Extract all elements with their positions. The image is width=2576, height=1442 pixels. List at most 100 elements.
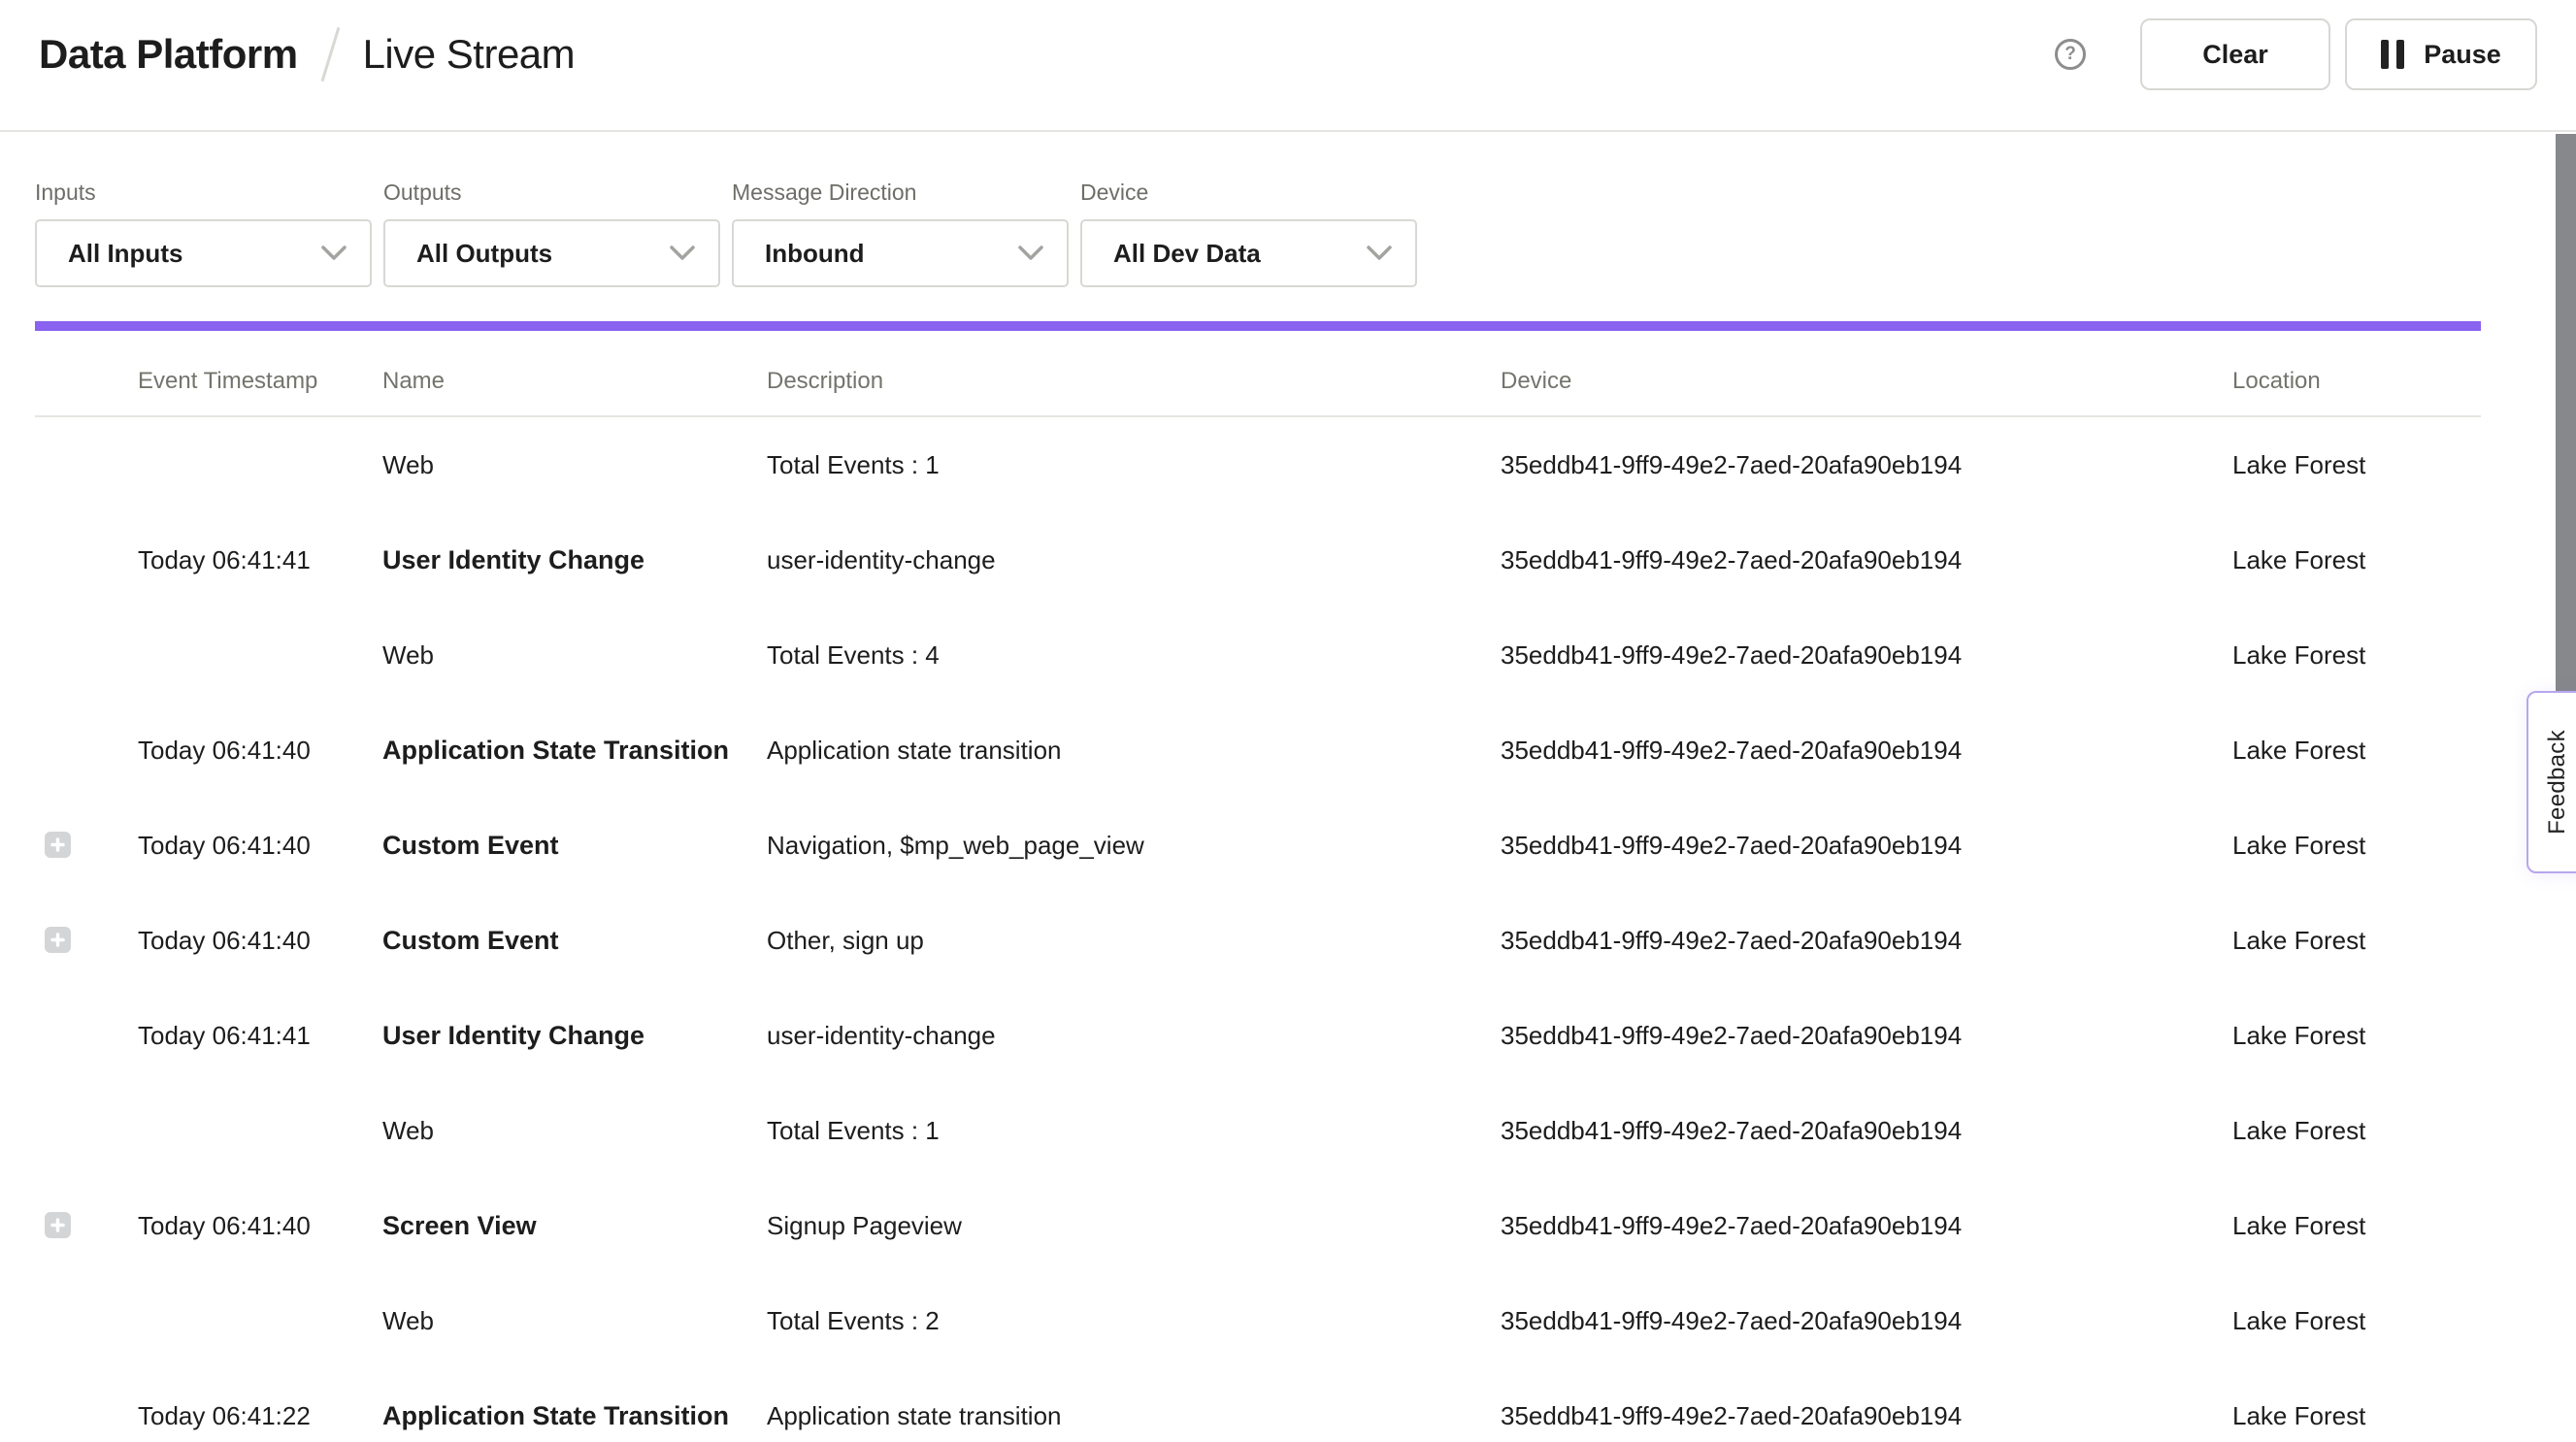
cell-timestamp: Today 06:41:40 bbox=[138, 1178, 311, 1273]
chevron-down-icon bbox=[670, 246, 695, 261]
cell-name: Custom Event bbox=[382, 893, 559, 988]
cell-device: 35eddb41-9ff9-49e2-7aed-20afa90eb194 bbox=[1501, 1273, 1962, 1368]
device-dropdown[interactable]: All Dev Data bbox=[1080, 219, 1417, 287]
cell-description: Signup Pageview bbox=[767, 1178, 962, 1273]
event-row[interactable]: WebTotal Events : 435eddb41-9ff9-49e2-7a… bbox=[0, 607, 2576, 703]
event-row[interactable]: WebTotal Events : 135eddb41-9ff9-49e2-7a… bbox=[0, 417, 2576, 512]
cell-description: Navigation, $mp_web_page_view bbox=[767, 798, 1144, 893]
cell-timestamp: Today 06:41:40 bbox=[138, 893, 311, 988]
cell-device: 35eddb41-9ff9-49e2-7aed-20afa90eb194 bbox=[1501, 703, 1962, 798]
column-device: Device bbox=[1501, 368, 1571, 395]
cell-location: Lake Forest bbox=[2232, 798, 2365, 893]
live-stream-page: Data Platform Live Stream ? Clear Pause … bbox=[0, 0, 2576, 1442]
cell-name: Custom Event bbox=[382, 798, 559, 893]
cell-name: Application State Transition bbox=[382, 703, 729, 798]
chevron-down-icon bbox=[1367, 246, 1392, 261]
chevron-down-icon bbox=[1018, 246, 1043, 261]
cell-name: Web bbox=[382, 607, 434, 703]
cell-description: Total Events : 4 bbox=[767, 607, 940, 703]
cell-location: Lake Forest bbox=[2232, 893, 2365, 988]
column-event-timestamp: Event Timestamp bbox=[138, 368, 317, 395]
cell-device: 35eddb41-9ff9-49e2-7aed-20afa90eb194 bbox=[1501, 893, 1962, 988]
filter-label: Inputs bbox=[35, 179, 372, 206]
event-row[interactable]: Today 06:41:41 User Identity Change user-i… bbox=[0, 512, 2576, 607]
event-row[interactable]: Today 06:41:40 Custom Event Navigation, $m… bbox=[0, 798, 2576, 893]
cell-device: 35eddb41-9ff9-49e2-7aed-20afa90eb194 bbox=[1501, 512, 1962, 607]
pause-label: Pause bbox=[2424, 40, 2501, 70]
topbar-actions: ? Clear Pause bbox=[2055, 18, 2537, 90]
event-row[interactable]: Today 06:41:41 User Identity Change user-i… bbox=[0, 988, 2576, 1083]
cell-name: User Identity Change bbox=[382, 988, 644, 1083]
cell-device: 35eddb41-9ff9-49e2-7aed-20afa90eb194 bbox=[1501, 1083, 1962, 1178]
top-bar: Data Platform Live Stream ? Clear Pause bbox=[0, 0, 2576, 132]
breadcrumb-data-platform[interactable]: Data Platform bbox=[39, 31, 298, 78]
cell-device: 35eddb41-9ff9-49e2-7aed-20afa90eb194 bbox=[1501, 988, 1962, 1083]
cell-device: 35eddb41-9ff9-49e2-7aed-20afa90eb194 bbox=[1501, 1368, 1962, 1442]
dropdown-value: Inbound bbox=[765, 239, 865, 269]
cell-device: 35eddb41-9ff9-49e2-7aed-20afa90eb194 bbox=[1501, 1178, 1962, 1273]
cell-timestamp: Today 06:41:22 bbox=[138, 1368, 311, 1442]
cell-timestamp: Today 06:41:40 bbox=[138, 798, 311, 893]
cell-name: Application State Transition bbox=[382, 1368, 729, 1442]
cell-description: user-identity-change bbox=[767, 512, 996, 607]
cell-timestamp: Today 06:41:41 bbox=[138, 988, 311, 1083]
event-row[interactable]: Today 06:41:40 Application State Transiti… bbox=[0, 703, 2576, 798]
dropdown-value: All Outputs bbox=[416, 239, 552, 269]
breadcrumb-separator bbox=[320, 27, 340, 82]
cell-description: Total Events : 1 bbox=[767, 1083, 940, 1178]
inputs-dropdown[interactable]: All Inputs bbox=[35, 219, 372, 287]
cell-description: Application state transition bbox=[767, 703, 1062, 798]
help-glyph: ? bbox=[2064, 44, 2076, 65]
event-row[interactable]: Web Total Events : 1 35eddb41-9ff9-49e2-7a… bbox=[0, 1083, 2576, 1178]
cell-description: Total Events : 2 bbox=[767, 1273, 940, 1368]
cell-location: Lake Forest bbox=[2232, 988, 2365, 1083]
column-name: Name bbox=[382, 368, 445, 395]
feedback-label: Feedback bbox=[2544, 730, 2571, 835]
cell-name: Web bbox=[382, 1273, 434, 1368]
column-description: Description bbox=[767, 368, 883, 395]
help-icon[interactable]: ? bbox=[2055, 39, 2086, 70]
filter-label: Device bbox=[1080, 179, 1417, 206]
filter-label: Outputs bbox=[383, 179, 720, 206]
filter-outputs: Outputs All Outputs bbox=[383, 132, 720, 287]
cell-location: Lake Forest bbox=[2232, 1083, 2365, 1178]
expand-icon[interactable] bbox=[45, 1212, 71, 1238]
event-row[interactable]: Today 06:41:40 Custom Event Other, sign up… bbox=[0, 893, 2576, 988]
expand-icon[interactable] bbox=[45, 927, 71, 953]
cell-name: User Identity Change bbox=[382, 512, 644, 607]
cell-name: Screen View bbox=[382, 1178, 537, 1273]
message-direction-dropdown[interactable]: Inbound bbox=[732, 219, 1069, 287]
cell-location: Lake Forest bbox=[2232, 1273, 2365, 1368]
event-row[interactable]: Web Total Events : 2 35eddb41-9ff9-49e2-7a… bbox=[0, 1273, 2576, 1368]
cell-location: Lake Forest bbox=[2232, 417, 2365, 512]
cell-timestamp: Today 06:41:41 bbox=[138, 512, 311, 607]
page-title: Live Stream bbox=[363, 31, 576, 78]
pause-button[interactable]: Pause bbox=[2345, 18, 2537, 90]
expand-icon[interactable] bbox=[45, 832, 71, 858]
filter-device: Device All Dev Data bbox=[1080, 132, 1417, 287]
cell-description: Total Events : 1 bbox=[767, 417, 940, 512]
cell-location: Lake Forest bbox=[2232, 703, 2365, 798]
filter-message-direction: Message Direction Inbound bbox=[732, 132, 1069, 287]
feedback-tab[interactable]: Feedback bbox=[2526, 691, 2576, 873]
filter-inputs: Inputs All Inputs bbox=[35, 132, 372, 287]
event-row[interactable]: Today 06:41:22 Application State Transiti… bbox=[0, 1368, 2576, 1442]
clear-button[interactable]: Clear bbox=[2140, 18, 2330, 90]
filter-label: Message Direction bbox=[732, 179, 1069, 206]
event-row[interactable]: Today 06:41:40 Screen View Signup Pageview… bbox=[0, 1178, 2576, 1273]
cell-location: Lake Forest bbox=[2232, 607, 2365, 703]
cell-description: Other, sign up bbox=[767, 893, 924, 988]
cell-description: user-identity-change bbox=[767, 988, 996, 1083]
cell-name: Web bbox=[382, 1083, 434, 1178]
cell-device: 35eddb41-9ff9-49e2-7aed-20afa90eb194 bbox=[1501, 798, 1962, 893]
stream-progress-bar bbox=[35, 321, 2481, 331]
column-location: Location bbox=[2232, 368, 2321, 395]
pause-icon bbox=[2381, 40, 2404, 69]
cell-timestamp: Today 06:41:40 bbox=[138, 703, 311, 798]
cell-location: Lake Forest bbox=[2232, 1368, 2365, 1442]
filters-bar: Inputs All Inputs Outputs All Outputs Me… bbox=[35, 132, 1417, 287]
outputs-dropdown[interactable]: All Outputs bbox=[383, 219, 720, 287]
dropdown-value: All Inputs bbox=[68, 239, 182, 269]
breadcrumb: Data Platform Live Stream bbox=[39, 26, 575, 82]
dropdown-value: All Dev Data bbox=[1113, 239, 1261, 269]
